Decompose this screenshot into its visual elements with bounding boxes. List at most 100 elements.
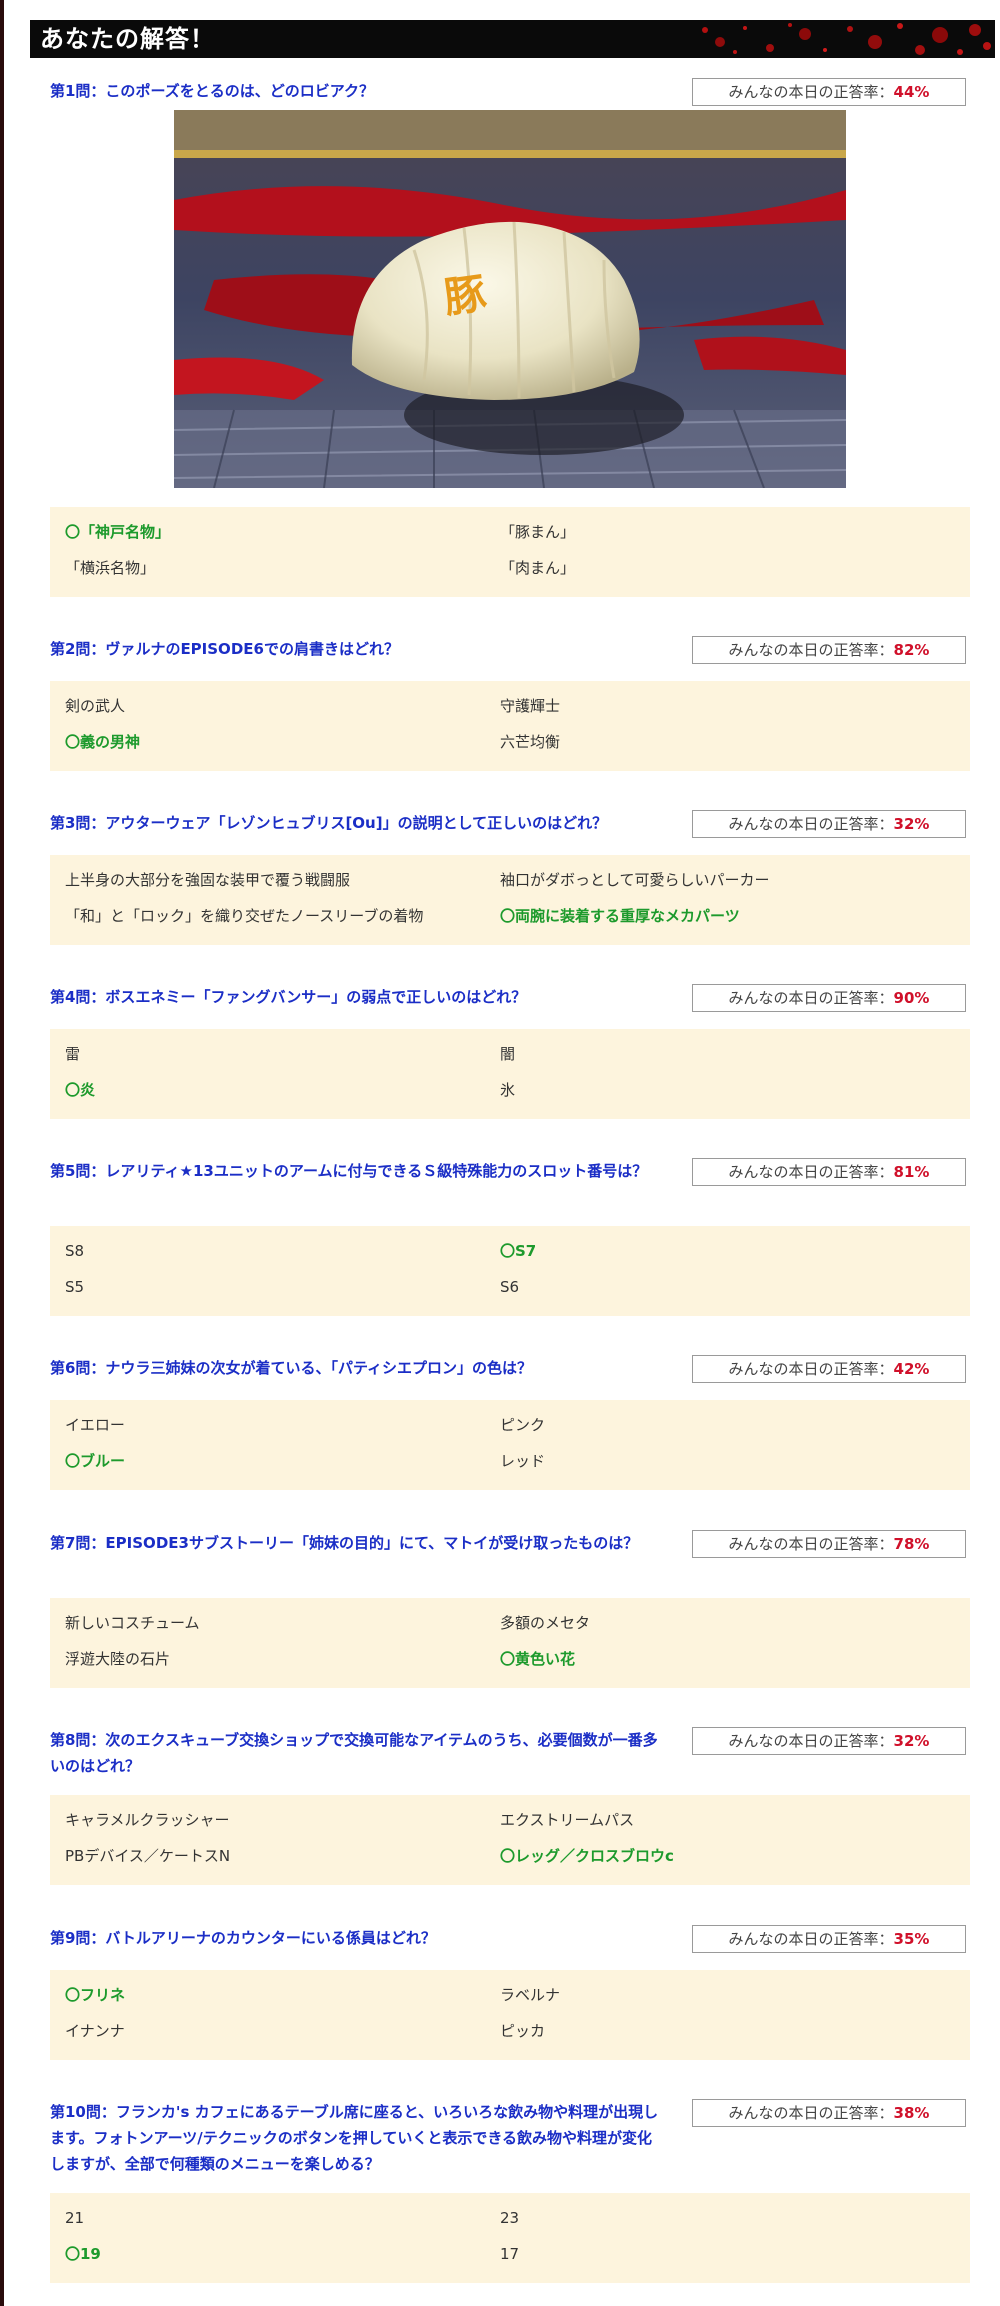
- choice-option: 守護輝士: [500, 697, 561, 715]
- choice-option: 氷: [500, 1081, 516, 1099]
- choices-panel: 〇フリネ ラベルナ イナンナ ピッカ: [50, 1970, 970, 2060]
- rate-value: 81%: [893, 1163, 930, 1181]
- choice-option: 〇ブルー: [65, 1452, 126, 1470]
- choice-option: 「横浜名物」: [65, 559, 156, 577]
- correct-rate-box: みんなの本日の正答率：35%: [692, 1925, 966, 1953]
- choice-option: 「和」と「ロック」を織り交ぜたノースリーブの着物: [65, 907, 424, 925]
- rate-label: みんなの本日の正答率：: [728, 2104, 894, 2122]
- choices-panel: 21 23 〇19 17: [50, 2193, 970, 2283]
- choice-option: 17: [500, 2245, 520, 2263]
- choice-option: 多額のメセタ: [500, 1614, 591, 1632]
- question-image-meat-bun: 豚: [174, 110, 846, 488]
- choice-option: イナンナ: [65, 2022, 125, 2040]
- choice-option: PBデバイス／ケートスN: [65, 1847, 231, 1865]
- correct-rate-box: みんなの本日の正答率：38%: [692, 2099, 966, 2127]
- correct-rate-box: みんなの本日の正答率：81%: [692, 1158, 966, 1186]
- question-text: 第4問：ボスエネミー「ファングバンサー」の弱点で正しいのはどれ？: [50, 988, 527, 1006]
- rate-label: みんなの本日の正答率：: [728, 989, 894, 1007]
- choice-option: S5: [65, 1278, 85, 1296]
- correct-rate-box: みんなの本日の正答率：78%: [692, 1530, 966, 1558]
- question-10: 第10問：フランカ's カフェにあるテーブル席に座ると、いろいろな飲み物や料理が…: [50, 2099, 970, 2289]
- choice-option: 〇19: [65, 2245, 101, 2263]
- correct-rate-box: みんなの本日の正答率：82%: [692, 636, 966, 664]
- rate-label: みんなの本日の正答率：: [728, 641, 894, 659]
- question-text: 第2問：ヴァルナのEPISODE6での肩書きはどれ？: [50, 640, 399, 658]
- choice-option: ピッカ: [500, 2022, 546, 2040]
- rate-label: みんなの本日の正答率：: [728, 1163, 894, 1181]
- rate-value: 32%: [893, 815, 930, 833]
- choice-option: S8: [65, 1242, 85, 1260]
- question-7: 第7問：EPISODE3サブストーリー「姉妹の目的」にて、マトイが受け取ったもの…: [50, 1530, 970, 1690]
- choice-option: 〇義の男神: [65, 733, 141, 751]
- choice-option: 剣の武人: [65, 697, 126, 715]
- question-text: 第3問：アウターウェア「レゾンヒュブリス[Ou]」の説明として正しいのはどれ？: [50, 814, 608, 832]
- choice-option: 〇炎: [65, 1081, 96, 1099]
- correct-rate-box: みんなの本日の正答率：32%: [692, 810, 966, 838]
- rate-value: 44%: [893, 83, 930, 101]
- question-2: 第2問：ヴァルナのEPISODE6での肩書きはどれ？ みんなの本日の正答率：82…: [50, 636, 970, 776]
- choice-option: 上半身の大部分を強固な装甲で覆う戦闘服: [65, 871, 351, 889]
- choice-option: ラベルナ: [500, 1986, 561, 2004]
- correct-rate-box: みんなの本日の正答率：32%: [692, 1727, 966, 1755]
- svg-text:豚: 豚: [441, 268, 489, 322]
- results-header: あなたの解答！: [30, 20, 995, 58]
- choice-option: 21: [65, 2209, 85, 2227]
- choices-panel: 〇「神戸名物」 「豚まん」 「横浜名物」 「肉まん」: [50, 507, 970, 597]
- choice-option: 六芒均衡: [500, 733, 561, 751]
- rate-label: みんなの本日の正答率：: [728, 1360, 894, 1378]
- rate-value: 90%: [893, 989, 930, 1007]
- rate-label: みんなの本日の正答率：: [728, 1930, 894, 1948]
- rate-label: みんなの本日の正答率：: [728, 1732, 894, 1750]
- correct-rate-box: みんなの本日の正答率：42%: [692, 1355, 966, 1383]
- choice-option: 〇S7: [500, 1242, 537, 1260]
- question-9: 第9問：バトルアリーナのカウンターにいる係員はどれ？ みんなの本日の正答率：35…: [50, 1925, 970, 2065]
- question-text: 第10問：フランカ's カフェにあるテーブル席に座ると、いろいろな飲み物や料理が…: [50, 2103, 659, 2173]
- choice-option: イエロー: [65, 1416, 125, 1434]
- choice-option: 「豚まん」: [500, 523, 576, 541]
- left-border: [0, 0, 4, 2306]
- question-8: 第8問：次のエクスキューブ交換ショップで交換可能なアイテムのうち、必要個数が一番…: [50, 1727, 970, 1887]
- choice-option: 闇: [500, 1045, 516, 1063]
- question-text: 第8問：次のエクスキューブ交換ショップで交換可能なアイテムのうち、必要個数が一番…: [50, 1731, 658, 1775]
- rate-label: みんなの本日の正答率：: [728, 815, 894, 833]
- question-5: 第5問：レアリティ★13ユニットのアームに付与できるＳ級特殊能力のスロット番号は…: [50, 1158, 970, 1318]
- choice-option: 浮遊大陸の石片: [65, 1650, 171, 1668]
- choice-option: 袖口がダボっとして可愛らしいパーカー: [500, 871, 770, 889]
- question-text: 第9問：バトルアリーナのカウンターにいる係員はどれ？: [50, 1929, 436, 1947]
- choice-option: キャラメルクラッシャー: [65, 1811, 230, 1829]
- rate-value: 82%: [893, 641, 930, 659]
- rate-value: 38%: [893, 2104, 930, 2122]
- choices-panel: S8 〇S7 S5 S6: [50, 1226, 970, 1316]
- choice-option: レッド: [500, 1452, 546, 1470]
- choice-option: 「肉まん」: [500, 559, 576, 577]
- choice-option: 23: [500, 2209, 520, 2227]
- choices-panel: イエロー ピンク 〇ブルー レッド: [50, 1400, 970, 1490]
- choice-option: 〇レッグ／クロスブロウc: [500, 1847, 674, 1865]
- rate-label: みんなの本日の正答率：: [728, 83, 894, 101]
- question-text: 第7問：EPISODE3サブストーリー「姉妹の目的」にて、マトイが受け取ったもの…: [50, 1534, 639, 1552]
- question-text: 第1問：このポーズをとるのは、どのロビアク？: [50, 82, 374, 100]
- rate-value: 35%: [893, 1930, 930, 1948]
- choice-option: 〇「神戸名物」: [65, 523, 171, 541]
- rate-value: 78%: [893, 1535, 930, 1553]
- choice-option: 〇両腕に装着する重厚なメカパーツ: [500, 907, 740, 925]
- choice-option: 雷: [65, 1045, 81, 1063]
- question-text: 第5問：レアリティ★13ユニットのアームに付与できるＳ級特殊能力のスロット番号は…: [50, 1162, 648, 1180]
- choices-panel: 上半身の大部分を強固な装甲で覆う戦闘服 袖口がダボっとして可愛らしいパーカー 「…: [50, 855, 970, 945]
- choices-panel: 新しいコスチューム 多額のメセタ 浮遊大陸の石片 〇黄色い花: [50, 1598, 970, 1688]
- rate-value: 42%: [893, 1360, 930, 1378]
- choice-option: エクストリームパス: [500, 1811, 635, 1829]
- choice-option: 〇フリネ: [65, 1986, 126, 2004]
- correct-rate-box: みんなの本日の正答率：90%: [692, 984, 966, 1012]
- choice-option: 新しいコスチューム: [65, 1614, 200, 1632]
- question-6: 第6問：ナウラ三姉妹の次女が着ている、「パティシエプロン」の色は？ みんなの本日…: [50, 1355, 970, 1495]
- question-text: 第6問：ナウラ三姉妹の次女が着ている、「パティシエプロン」の色は？: [50, 1359, 533, 1377]
- rate-label: みんなの本日の正答率：: [728, 1535, 894, 1553]
- blood-splatter-decoration: [702, 23, 991, 55]
- question-1: 第1問：このポーズをとるのは、どのロビアク？ みんなの本日の正答率：44% 豚 …: [50, 78, 970, 598]
- question-4: 第4問：ボスエネミー「ファングバンサー」の弱点で正しいのはどれ？ みんなの本日の…: [50, 984, 970, 1124]
- choice-option: ピンク: [500, 1416, 546, 1434]
- question-3: 第3問：アウターウェア「レゾンヒュブリス[Ou]」の説明として正しいのはどれ？ …: [50, 810, 970, 950]
- results-title: あなたの解答！: [40, 25, 215, 53]
- choices-panel: キャラメルクラッシャー エクストリームパス PBデバイス／ケートスN 〇レッグ／…: [50, 1795, 970, 1885]
